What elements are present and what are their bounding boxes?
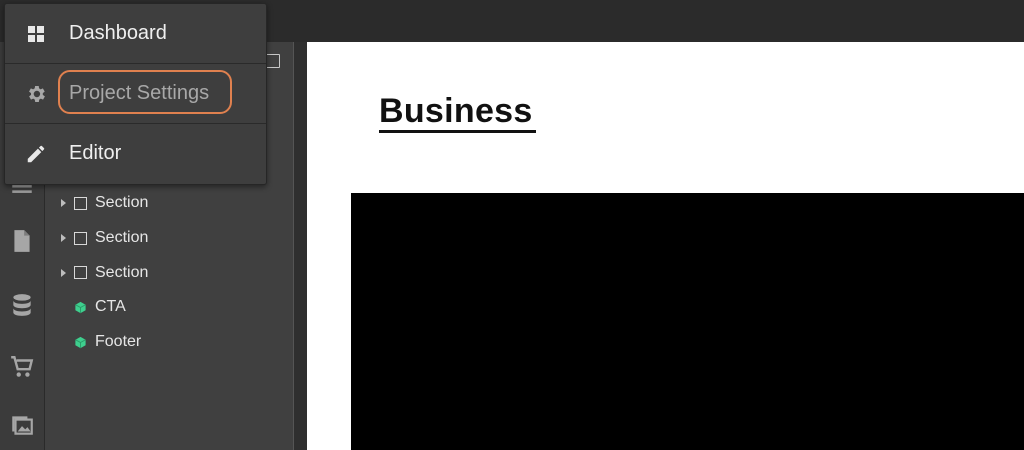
component-cube-icon: [75, 336, 86, 348]
pencil-icon: [25, 143, 47, 165]
collapse-panel-icon[interactable]: [266, 54, 280, 68]
navigator-item-label: Section: [95, 229, 149, 247]
hero-block[interactable]: [351, 193, 1024, 450]
navigator-item-cta[interactable]: CTA: [45, 290, 293, 325]
menu-item-label: Project Settings: [69, 82, 210, 104]
navigator-item-section[interactable]: Section: [45, 186, 293, 221]
component-cube-icon: [75, 301, 86, 313]
expand-caret-icon[interactable]: [61, 268, 66, 277]
navigator-item-section[interactable]: Section: [45, 221, 293, 256]
app-menu-dropdown: Dashboard Project Settings Editor: [4, 3, 267, 185]
rail-ecommerce-button[interactable]: [0, 342, 44, 392]
navigator-item-section[interactable]: Section: [45, 255, 293, 290]
rail-cms-button[interactable]: [0, 280, 44, 330]
navigator-tree: Section Section Section CTA Footer: [45, 186, 293, 359]
menu-item-dashboard[interactable]: Dashboard: [5, 4, 266, 63]
rail-assets-button[interactable]: [0, 400, 44, 450]
menu-item-editor[interactable]: Editor: [5, 124, 266, 183]
section-box-icon: [74, 266, 87, 280]
panel-splitter[interactable]: [293, 42, 308, 450]
gear-icon: [25, 83, 47, 105]
cms-icon: [13, 294, 31, 316]
navigator-item-label: CTA: [95, 298, 126, 316]
menu-item-project-settings[interactable]: Project Settings: [5, 64, 266, 123]
assets-icon: [12, 416, 33, 435]
section-box-icon: [74, 196, 87, 210]
heading-underline: [379, 130, 536, 133]
expand-caret-icon[interactable]: [61, 234, 66, 243]
grid-icon: [25, 23, 47, 45]
design-canvas[interactable]: Business: [307, 42, 1024, 450]
menu-item-label: Dashboard: [69, 22, 167, 44]
navigator-item-label: Footer: [95, 333, 142, 351]
page-heading[interactable]: Business: [379, 92, 533, 131]
rail-pages-button[interactable]: [0, 216, 44, 266]
menu-item-label: Editor: [69, 142, 122, 164]
navigator-item-label: Section: [95, 263, 149, 281]
section-box-icon: [74, 231, 87, 245]
expand-caret-icon[interactable]: [61, 199, 66, 208]
navigator-item-footer[interactable]: Footer: [45, 325, 293, 360]
pages-icon: [14, 230, 30, 252]
navigator-item-label: Section: [95, 194, 149, 212]
ecommerce-icon: [11, 356, 34, 377]
